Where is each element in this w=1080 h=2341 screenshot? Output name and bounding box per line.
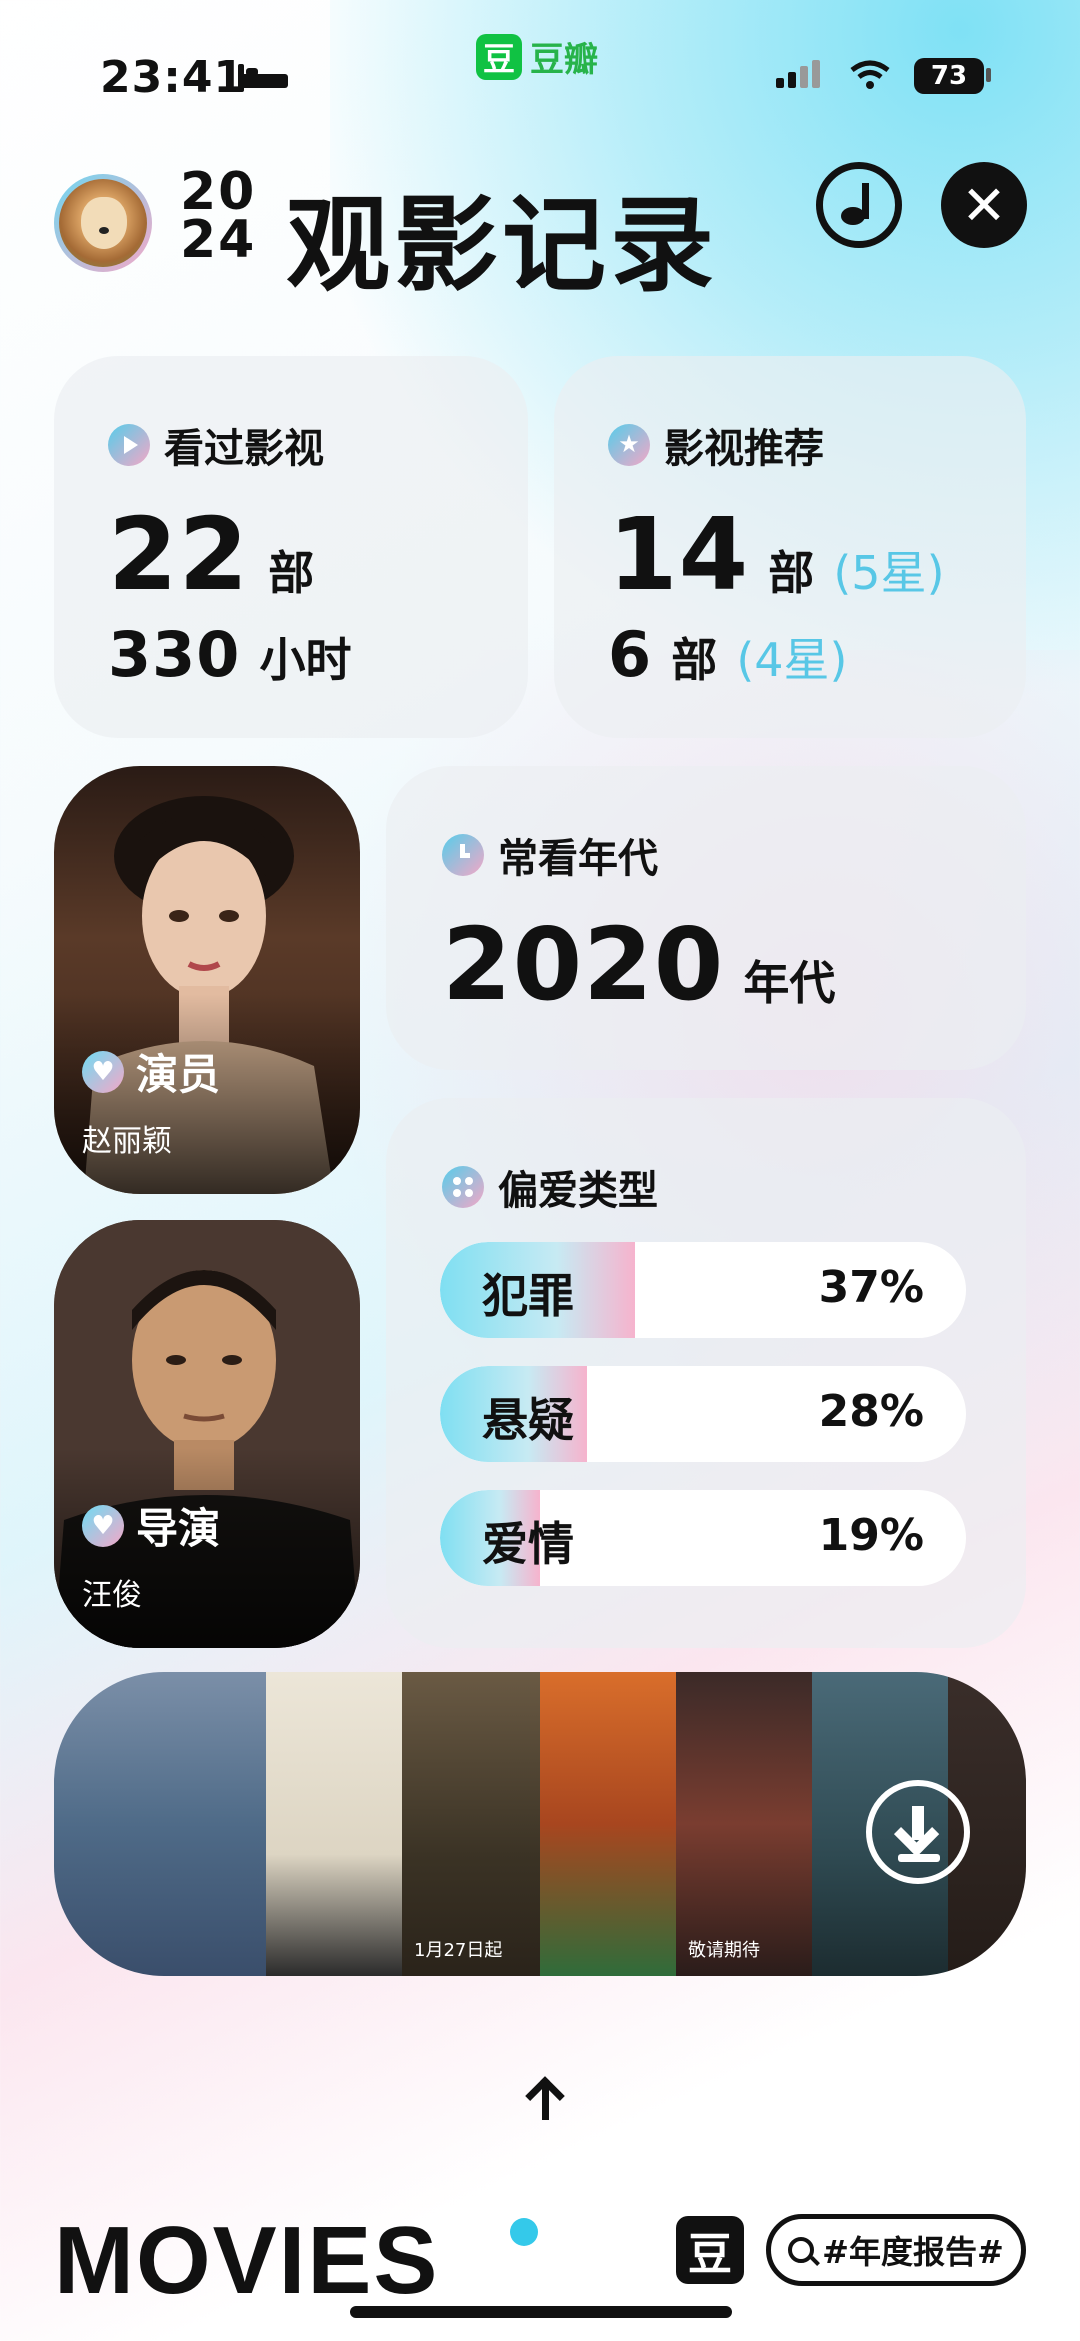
genre-bar: 悬疑 28% bbox=[440, 1366, 966, 1462]
tag-label: #年度报告# bbox=[822, 2233, 1004, 2271]
era-title: 常看年代 bbox=[498, 836, 658, 882]
genres-card: 偏爱类型 犯罪 37% 悬疑 28% 爱情 19% bbox=[386, 1098, 1026, 1648]
status-bar: 23:41 豆 豆瓣 73 bbox=[100, 33, 1040, 112]
director-name: 汪俊 bbox=[82, 1578, 142, 1613]
home-indicator[interactable] bbox=[350, 2306, 732, 2318]
four-star-label: (4星) bbox=[736, 633, 848, 687]
movie-poster[interactable]: 1月27日起 bbox=[402, 1672, 540, 1976]
movie-poster[interactable] bbox=[540, 1672, 676, 1976]
app-name: 豆瓣 bbox=[530, 40, 598, 80]
five-star-count: 14 bbox=[608, 496, 750, 613]
heart-icon: ♥ bbox=[82, 1050, 124, 1093]
movie-poster[interactable] bbox=[54, 1672, 266, 1976]
genre-bar: 犯罪 37% bbox=[440, 1242, 966, 1338]
genre-percent: 28% bbox=[818, 1386, 924, 1437]
close-icon: ✕ bbox=[961, 173, 1007, 237]
status-time: 23:41 bbox=[100, 52, 246, 103]
movies-brand: MOVIES bbox=[54, 2207, 440, 2314]
genre-percent: 37% bbox=[818, 1262, 924, 1313]
wifi-icon bbox=[850, 60, 890, 89]
grid-icon bbox=[442, 1166, 484, 1208]
search-icon bbox=[788, 2237, 815, 2263]
battery-icon: 73 bbox=[914, 58, 984, 94]
director-card[interactable]: ♥ 导演 汪俊 bbox=[54, 1220, 360, 1648]
five-star-label: (5星) bbox=[833, 546, 945, 600]
four-star-unit: 部 bbox=[671, 633, 718, 687]
actor-name: 赵丽颖 bbox=[82, 1124, 172, 1159]
music-button[interactable] bbox=[816, 162, 902, 248]
brand-dot bbox=[510, 2218, 538, 2246]
clock-icon bbox=[442, 834, 484, 876]
watched-card: 看过影视 22 部 330 小时 bbox=[54, 356, 528, 738]
annual-report-tag-button[interactable]: #年度报告# bbox=[766, 2214, 1026, 2286]
actor-role: 演员 bbox=[136, 1050, 221, 1099]
genre-percent: 19% bbox=[818, 1510, 924, 1561]
year-label: 20 24 bbox=[180, 162, 257, 270]
recommend-card: ★ 影视推荐 14 部 (5星) 6 部 (4星) bbox=[554, 356, 1026, 738]
sleep-mode-icon bbox=[238, 64, 288, 92]
scroll-up-icon[interactable] bbox=[522, 2076, 570, 2124]
cellular-signal-icon bbox=[776, 60, 820, 88]
genres-title: 偏爱类型 bbox=[498, 1168, 658, 1214]
heart-icon: ♥ bbox=[82, 1504, 124, 1547]
watched-hours: 330 bbox=[108, 618, 241, 691]
watched-count-unit: 部 bbox=[268, 546, 315, 600]
era-value: 2020 bbox=[442, 906, 725, 1023]
five-star-unit: 部 bbox=[768, 546, 815, 600]
genre-bar: 爱情 19% bbox=[440, 1490, 966, 1586]
douban-button[interactable]: 豆 bbox=[676, 2216, 744, 2284]
recommend-title: 影视推荐 bbox=[664, 426, 824, 472]
watched-count: 22 bbox=[108, 496, 250, 613]
genre-label: 悬疑 bbox=[482, 1393, 574, 1447]
close-button[interactable]: ✕ bbox=[941, 162, 1027, 248]
play-icon bbox=[108, 424, 150, 466]
genre-label: 犯罪 bbox=[482, 1269, 574, 1323]
era-card: 常看年代 2020 年代 bbox=[386, 766, 1026, 1070]
genre-label: 爱情 bbox=[482, 1517, 574, 1571]
movie-poster[interactable] bbox=[266, 1672, 402, 1976]
four-star-count: 6 bbox=[608, 618, 653, 691]
app-badge: 豆 豆瓣 bbox=[476, 32, 598, 81]
watched-hours-unit: 小时 bbox=[259, 633, 352, 687]
douban-logo-icon: 豆 bbox=[476, 33, 522, 80]
director-role: 导演 bbox=[136, 1504, 221, 1553]
star-icon: ★ bbox=[608, 424, 650, 466]
user-avatar[interactable] bbox=[54, 174, 152, 272]
download-button[interactable] bbox=[866, 1780, 970, 1884]
actor-card[interactable]: ♥ 演员 赵丽颖 bbox=[54, 766, 360, 1194]
movie-poster[interactable]: 敬请期待 bbox=[676, 1672, 812, 1976]
watched-title: 看过影视 bbox=[164, 426, 324, 472]
era-unit: 年代 bbox=[743, 956, 836, 1010]
page-title: 观影记录 bbox=[286, 184, 719, 306]
